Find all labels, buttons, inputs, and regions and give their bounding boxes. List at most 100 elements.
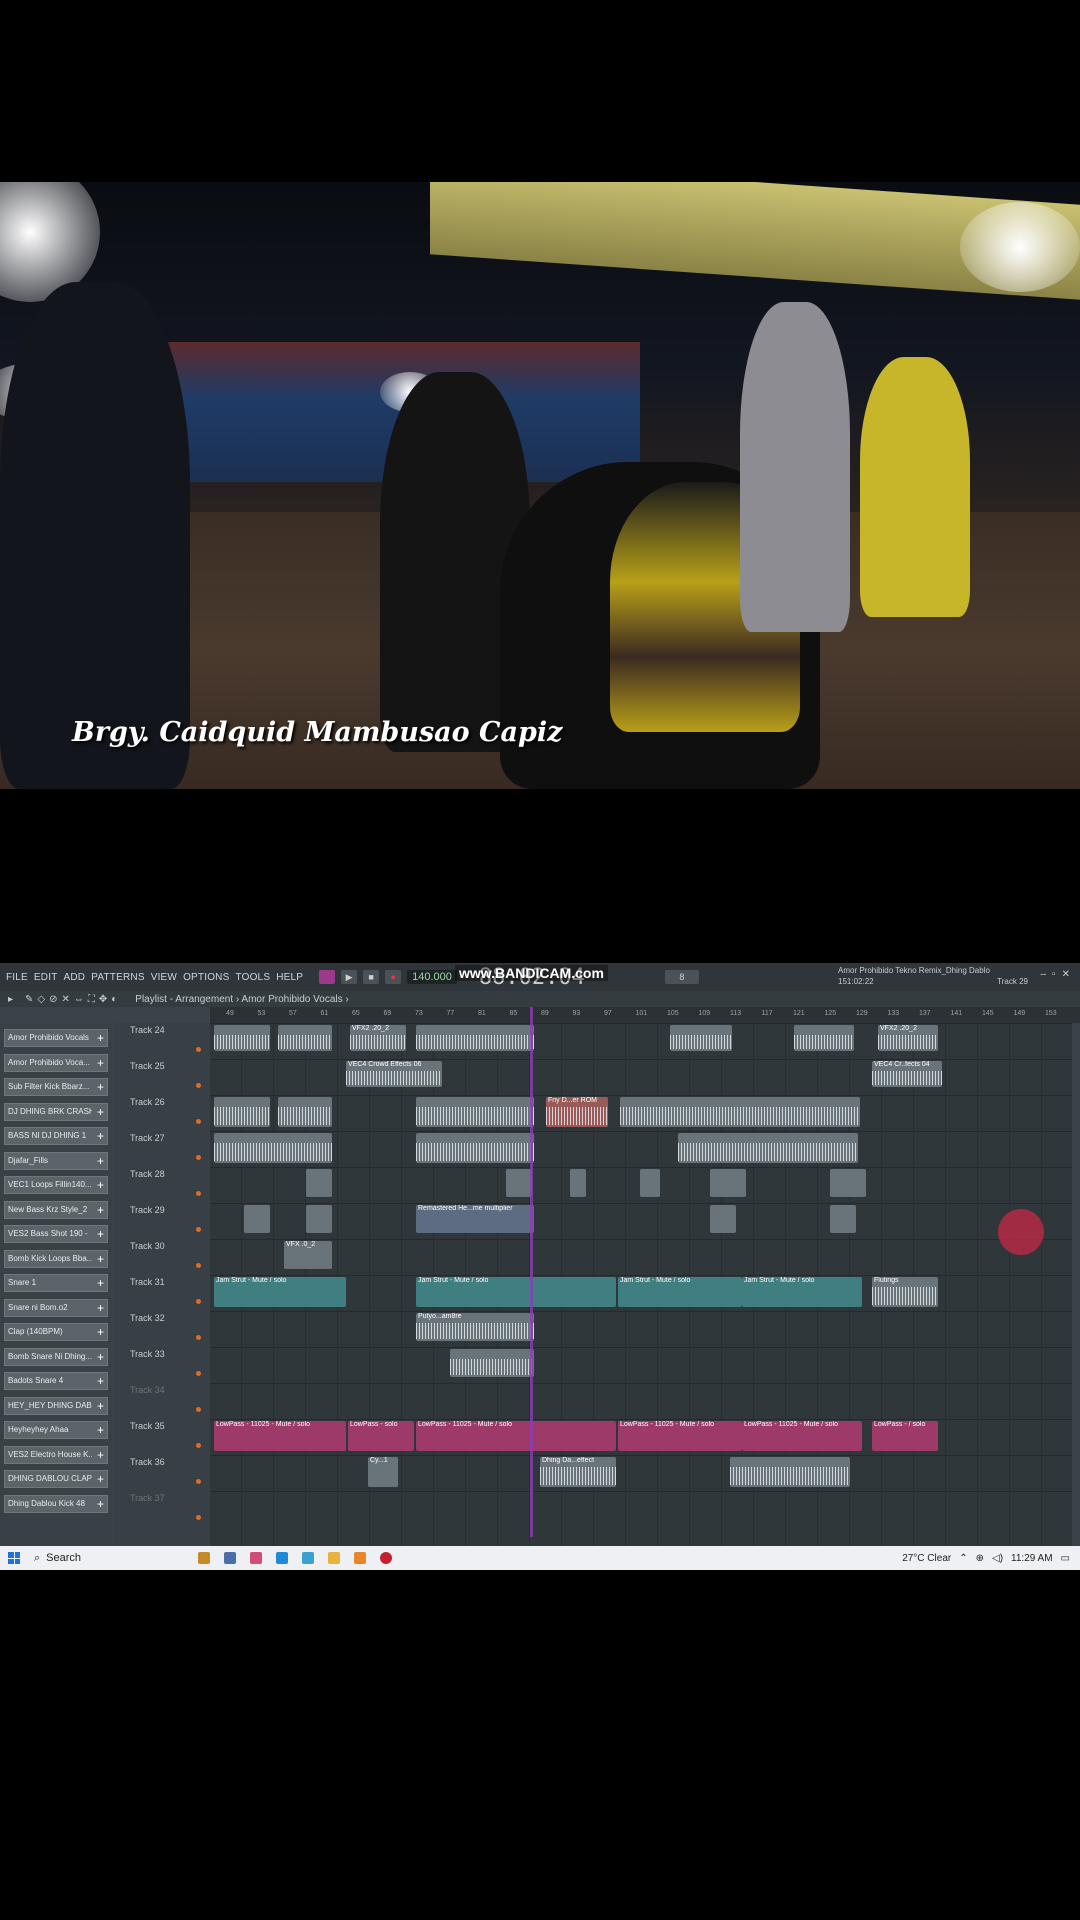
add-icon[interactable]: + <box>97 1423 104 1437</box>
add-icon[interactable]: + <box>97 1276 104 1290</box>
automation-clip[interactable]: LowPass - 11025 - Mute / solo <box>214 1421 346 1451</box>
track-label[interactable]: Track 25 <box>130 1061 165 1071</box>
audio-clip[interactable]: Flutings <box>872 1277 938 1307</box>
menu-edit[interactable]: EDIT <box>34 972 58 983</box>
channel-button[interactable]: Heyheyhey Ahaa + <box>4 1421 108 1439</box>
add-icon[interactable]: + <box>97 1080 104 1094</box>
audio-clip[interactable] <box>570 1169 586 1197</box>
channel-button[interactable]: VEC1 Loops Fillin140... + <box>4 1176 108 1194</box>
network-icon[interactable]: ⊕ <box>976 1553 984 1564</box>
edge-icon[interactable] <box>276 1552 288 1564</box>
audio-clip[interactable] <box>450 1349 534 1377</box>
add-icon[interactable]: + <box>97 1178 104 1192</box>
channel-button[interactable]: Djafar_Fills + <box>4 1151 108 1170</box>
add-icon[interactable]: + <box>97 1056 104 1070</box>
widgets-icon[interactable] <box>198 1552 210 1564</box>
automation-clip[interactable]: Jam Strut - Mute / solo <box>416 1277 616 1307</box>
track-label[interactable]: Track 32 <box>130 1313 165 1323</box>
track-mute-dot[interactable] <box>196 1515 201 1520</box>
automation-clip[interactable]: Jam Strut - Mute / solo <box>214 1277 346 1307</box>
audio-clip[interactable]: VEC4 Cr..fects 04 <box>872 1061 942 1087</box>
timeline-ruler[interactable]: 49 53 57 61 65 69 73 77 81 85 89 93 97 101 105 109 113 11… <box>210 1007 1080 1023</box>
add-icon[interactable]: + <box>97 1325 104 1339</box>
add-icon[interactable]: + <box>97 1227 104 1241</box>
add-icon[interactable]: + <box>97 1374 104 1388</box>
channel-button[interactable]: VES2 Electro House K... + <box>4 1445 108 1464</box>
automation-clip[interactable]: Remastered He...me multiplier <box>416 1205 534 1233</box>
audio-clip[interactable] <box>730 1457 850 1487</box>
fl-studio-icon[interactable] <box>354 1552 366 1564</box>
track-mute-dot[interactable] <box>196 1479 201 1484</box>
menu-options[interactable]: OPTIONS <box>183 972 229 983</box>
menu-add[interactable]: ADD <box>64 972 86 983</box>
channel-button[interactable]: Bomb Kick Loops Bba... + <box>4 1249 108 1268</box>
audio-clip[interactable] <box>278 1097 332 1127</box>
app-icon[interactable] <box>250 1552 262 1564</box>
audio-clip[interactable] <box>278 1025 332 1051</box>
track-label[interactable]: Track 27 <box>130 1133 165 1143</box>
audio-clip[interactable] <box>830 1205 856 1233</box>
channel-button[interactable]: DHING DABLOU CLAP 1 + <box>4 1470 108 1488</box>
record-button[interactable]: ● <box>385 970 402 984</box>
audio-clip[interactable] <box>794 1025 854 1051</box>
channel-button[interactable]: Amor Prohibido Voca... + <box>4 1053 108 1072</box>
track-mute-dot[interactable] <box>196 1155 201 1160</box>
menu-file[interactable]: FILE <box>6 972 28 983</box>
chevron-up-icon[interactable]: ⌃ <box>959 1553 967 1564</box>
audio-clip[interactable] <box>678 1133 858 1163</box>
file-explorer-icon[interactable] <box>328 1552 340 1564</box>
track-mute-dot[interactable] <box>196 1047 201 1052</box>
track-mute-dot[interactable] <box>196 1299 201 1304</box>
stop-button[interactable]: ■ <box>363 970 380 984</box>
add-icon[interactable]: + <box>97 1301 104 1315</box>
audio-clip[interactable] <box>306 1169 332 1197</box>
track-mute-dot[interactable] <box>196 1227 201 1232</box>
channel-button[interactable]: New Bass Krz Style_2 + <box>4 1200 108 1219</box>
add-icon[interactable]: + <box>97 1031 104 1045</box>
track-mute-dot[interactable] <box>196 1335 201 1340</box>
channel-button[interactable]: Dhing Dablou Kick 48 + <box>4 1494 108 1513</box>
add-icon[interactable]: + <box>97 1350 104 1364</box>
pattern-selector[interactable]: 8 <box>664 970 699 984</box>
audio-clip[interactable] <box>710 1169 746 1197</box>
playhead[interactable] <box>530 1007 533 1537</box>
add-icon[interactable]: + <box>97 1105 104 1119</box>
add-icon[interactable]: + <box>97 1497 104 1511</box>
track-mute-dot[interactable] <box>196 1119 201 1124</box>
audio-clip[interactable] <box>214 1097 270 1127</box>
add-icon[interactable]: + <box>97 1472 104 1486</box>
audio-clip[interactable] <box>244 1205 270 1233</box>
menu-view[interactable]: VIEW <box>151 972 177 983</box>
audio-clip[interactable] <box>214 1025 270 1051</box>
track-label[interactable]: Track 24 <box>130 1025 165 1035</box>
channel-button[interactable]: DJ DHING BRK CRASH 3 + <box>4 1102 108 1121</box>
menu-patterns[interactable]: PATTERNS <box>91 972 144 983</box>
windows-start-icon[interactable] <box>8 1552 20 1564</box>
bandicam-icon[interactable] <box>380 1552 392 1564</box>
track-label[interactable]: Track 34 <box>130 1385 165 1395</box>
audio-clip[interactable] <box>640 1169 660 1197</box>
audio-clip[interactable] <box>620 1097 860 1127</box>
audio-clip[interactable] <box>710 1205 736 1233</box>
track-label[interactable]: Track 28 <box>130 1169 165 1179</box>
add-icon[interactable]: + <box>97 1252 104 1266</box>
arrow-icon[interactable]: ▸ <box>8 994 13 1005</box>
channel-button[interactable]: Badots Snare 4 + <box>4 1372 108 1390</box>
track-label[interactable]: Track 35 <box>130 1421 165 1431</box>
window-controls[interactable]: –▫✕ <box>1041 969 1077 980</box>
channel-button[interactable]: VES2 Bass Shot 190 - + <box>4 1225 108 1243</box>
channel-button[interactable]: Bomb Snare Ni Dhing... + <box>4 1347 108 1366</box>
audio-clip[interactable]: Putyo...am8re <box>416 1313 534 1341</box>
browser-icon[interactable] <box>302 1552 314 1564</box>
clock[interactable]: 11:29 AM <box>1011 1553 1053 1564</box>
audio-clip[interactable] <box>670 1025 732 1051</box>
add-icon[interactable]: + <box>97 1203 104 1217</box>
add-icon[interactable]: + <box>97 1129 104 1143</box>
track-label[interactable]: Track 29 <box>130 1205 165 1215</box>
track-label[interactable]: Track 26 <box>130 1097 165 1107</box>
play-button[interactable]: ▶ <box>341 970 358 984</box>
pattern-song-toggle[interactable] <box>319 970 336 984</box>
audio-clip[interactable]: Cy...1 <box>368 1457 398 1487</box>
channel-button[interactable]: Sub Filter Kick Bbarz... + <box>4 1078 108 1096</box>
breadcrumb[interactable]: Playlist - Arrangement › Amor Prohibido … <box>135 994 348 1005</box>
